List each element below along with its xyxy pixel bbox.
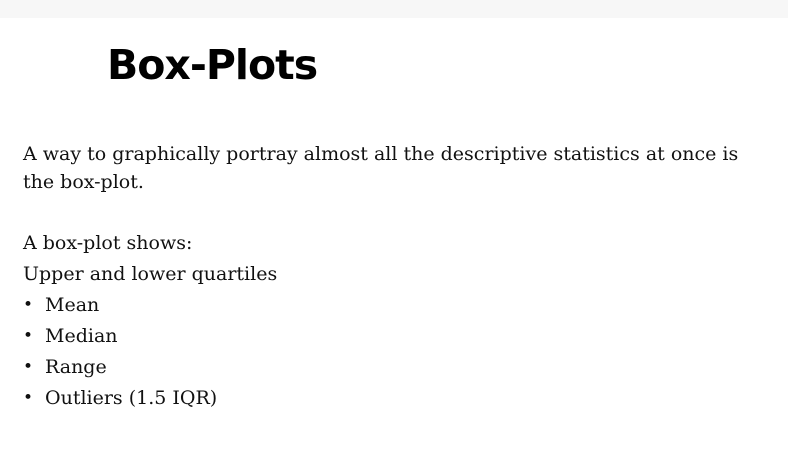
bullet-icon: • (23, 295, 34, 315)
quartiles-line: Upper and lower quartiles (23, 263, 278, 285)
bullet-item-outliers: • Outliers (1.5 IQR) (23, 383, 277, 414)
box-plot-features: A box-plot shows: Upper and lower quarti… (23, 228, 277, 414)
bullet-text: Outliers (1.5 IQR) (45, 387, 218, 409)
bullet-text: Range (45, 356, 107, 378)
slide: Box-Plots A way to graphically portray a… (0, 18, 788, 464)
feature-bullet-list: • Mean • Median • Range • Outliers (1.5 … (23, 290, 277, 414)
bullet-item-median: • Median (23, 321, 277, 352)
bullet-item-mean: • Mean (23, 290, 277, 321)
bullet-icon: • (23, 326, 34, 346)
slide-title: Box-Plots (107, 41, 318, 89)
bullet-text: Median (45, 325, 118, 347)
bullet-text: Mean (45, 294, 100, 316)
bullet-icon: • (23, 357, 34, 377)
intro-paragraph: A way to graphically portray almost all … (23, 143, 739, 193)
bullet-item-range: • Range (23, 352, 277, 383)
shows-heading: A box-plot shows: (23, 232, 193, 254)
bullet-icon: • (23, 388, 34, 408)
top-strip (0, 0, 788, 18)
